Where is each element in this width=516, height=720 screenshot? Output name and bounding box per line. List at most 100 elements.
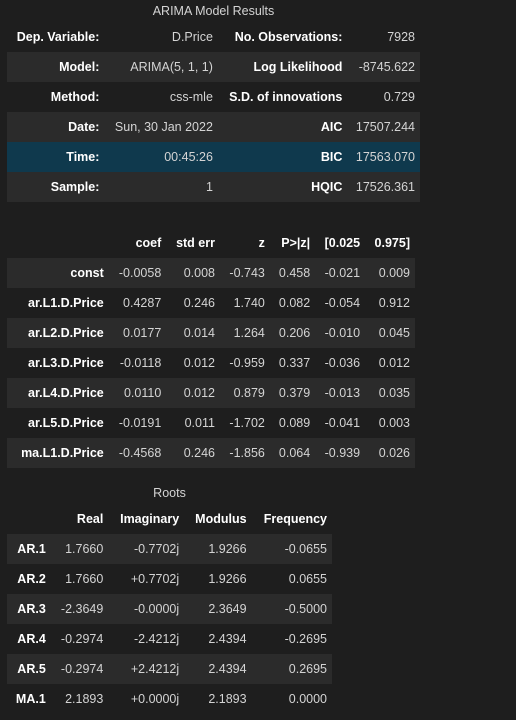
table-cell: 2.4394 [208, 662, 247, 676]
column-header: z [258, 236, 265, 250]
table-row: Date: Sun, 30 Jan 2022 AIC 17507.244 [7, 112, 420, 142]
table-cell: 0.337 [278, 356, 311, 370]
row-label: Sample: [50, 180, 100, 194]
column-header [7, 504, 51, 534]
row-label: AR.1 [17, 542, 46, 556]
row-value: ARIMA(5, 1, 1) [130, 60, 213, 74]
table-cell: -0.939 [324, 446, 361, 460]
row-label: Model: [59, 60, 100, 74]
table-cell: -0.4568 [118, 446, 162, 460]
table-cell: 0.045 [378, 326, 410, 340]
row-label: AR.5 [17, 662, 46, 676]
table-cell: -0.743 [229, 266, 265, 280]
table-row: AR.1 1.7660 -0.7702j 1.9266 -0.0655 [7, 534, 332, 564]
table-cell: 0.0110 [123, 386, 162, 400]
row-value: Sun, 30 Jan 2022 [114, 120, 213, 134]
table-row-highlighted[interactable]: Time: 00:45:26 BIC 17563.070 [7, 142, 420, 172]
table-row: const -0.0058 0.008 -0.743 0.458 -0.021 … [7, 258, 415, 288]
row-value: 17507.244 [355, 120, 415, 134]
table-cell: 0.012 [378, 356, 410, 370]
table-cell: -1.702 [229, 416, 265, 430]
column-header: Modulus [195, 512, 247, 526]
table-cell: 0.009 [378, 266, 410, 280]
roots-table: Real Imaginary Modulus Frequency AR.1 1.… [7, 504, 332, 714]
row-value: 17526.361 [355, 180, 415, 194]
table-cell: 2.1893 [208, 692, 247, 706]
column-header [7, 228, 109, 258]
table-row: ar.L4.D.Price 0.0110 0.012 0.879 0.379 -… [7, 378, 415, 408]
table-cell: 0.089 [278, 416, 311, 430]
table-cell: 1.7660 [65, 572, 104, 586]
table-row: ma.L1.D.Price -0.4568 0.246 -1.856 0.064… [7, 438, 415, 468]
table-row: AR.3 -2.3649 -0.0000j 2.3649 -0.5000 [7, 594, 332, 624]
table-cell: 0.035 [378, 386, 410, 400]
column-header: std err [176, 236, 215, 250]
table-cell: +2.4212j [130, 662, 180, 676]
column-header: P>|z| [281, 236, 311, 250]
row-label: Date: [68, 120, 100, 134]
row-label: const [70, 266, 104, 280]
row-label: ar.L1.D.Price [28, 296, 104, 310]
table-cell: 0.458 [278, 266, 311, 280]
table-row: Sample: 1 HQIC 17526.361 [7, 172, 420, 202]
table-row: AR.2 1.7660 +0.7702j 1.9266 0.0655 [7, 564, 332, 594]
column-header: [0.025 [324, 236, 361, 250]
table-cell: 2.1893 [65, 692, 104, 706]
table-cell: 0.012 [183, 386, 215, 400]
row-value: 7928 [387, 30, 415, 44]
table-row: MA.1 2.1893 +0.0000j 2.1893 0.0000 [7, 684, 332, 714]
row-value: 00:45:26 [164, 150, 213, 164]
summary-caption: ARIMA Model Results [152, 4, 275, 18]
table-cell: -0.010 [324, 326, 361, 340]
table-cell: -1.856 [229, 446, 265, 460]
row-value: -8745.622 [358, 60, 415, 74]
table-cell: -0.5000 [284, 602, 327, 616]
row-label: ar.L3.D.Price [28, 356, 104, 370]
row-label: Time: [66, 150, 100, 164]
model-summary-table: Dep. Variable: D.Price No. Observations:… [7, 22, 420, 202]
table-cell: -0.7702j [133, 542, 180, 556]
table-cell: 1.9266 [208, 572, 247, 586]
table-cell: -0.2974 [60, 662, 104, 676]
row-label: ar.L4.D.Price [28, 386, 104, 400]
row-label: Method: [50, 90, 100, 104]
table-cell: 0.008 [183, 266, 215, 280]
row-label: MA.1 [15, 692, 46, 706]
row-label: No. Observations: [234, 30, 343, 44]
table-cell: -0.959 [229, 356, 265, 370]
row-value: css-mle [169, 90, 213, 104]
table-cell: 1.7660 [65, 542, 104, 556]
table-row: AR.5 -0.2974 +2.4212j 2.4394 0.2695 [7, 654, 332, 684]
table-cell: -0.2695 [284, 632, 327, 646]
header-row: Real Imaginary Modulus Frequency [7, 504, 332, 534]
table-row: ar.L5.D.Price -0.0191 0.011 -1.702 0.089… [7, 408, 415, 438]
table-cell: 2.3649 [208, 602, 247, 616]
row-value: 0.729 [383, 90, 415, 104]
table-cell: 0.246 [183, 296, 215, 310]
row-label: Dep. Variable: [16, 30, 100, 44]
table-cell: -2.3649 [60, 602, 104, 616]
table-row: ar.L1.D.Price 0.4287 0.246 1.740 0.082 -… [7, 288, 415, 318]
table-cell: +0.0000j [130, 692, 180, 706]
table-cell: -0.0655 [284, 542, 327, 556]
table-cell: 0.0655 [288, 572, 327, 586]
table-cell: -0.013 [324, 386, 361, 400]
row-value: 1 [205, 180, 213, 194]
column-header: 0.975] [374, 236, 410, 250]
table-cell: 0.064 [278, 446, 311, 460]
table-cell: 0.014 [183, 326, 215, 340]
row-label: AR.3 [17, 602, 46, 616]
row-label: ar.L5.D.Price [28, 416, 104, 430]
table-cell: 0.206 [278, 326, 311, 340]
table-cell: -0.0191 [118, 416, 162, 430]
table-cell: -0.021 [324, 266, 361, 280]
column-header: Frequency [263, 512, 327, 526]
table-cell: 0.026 [378, 446, 410, 460]
row-value: D.Price [171, 30, 213, 44]
table-row: Method: css-mle S.D. of innovations 0.72… [7, 82, 420, 112]
table-cell: 0.879 [233, 386, 265, 400]
table-cell: -0.041 [324, 416, 361, 430]
header-row: coef std err z P>|z| [0.025 0.975] [7, 228, 415, 258]
table-cell: 0.011 [184, 416, 215, 430]
table-cell: 0.012 [183, 356, 215, 370]
